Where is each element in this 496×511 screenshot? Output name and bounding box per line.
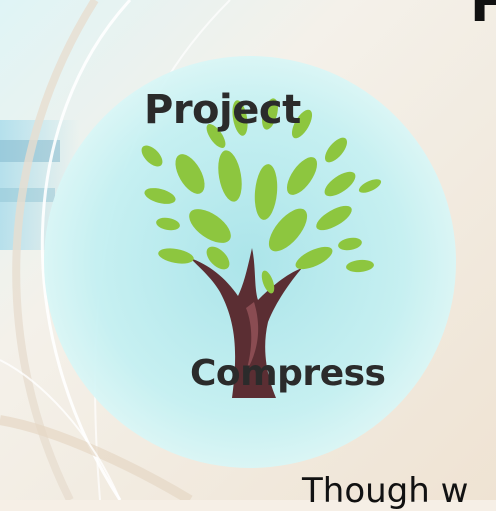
slide-body-text-fragment: Though w xyxy=(302,471,469,511)
slide-heading-fragment: F xyxy=(470,0,496,34)
logo-text-compress: Compress xyxy=(190,353,386,394)
logo-text-project: Project xyxy=(144,87,301,133)
